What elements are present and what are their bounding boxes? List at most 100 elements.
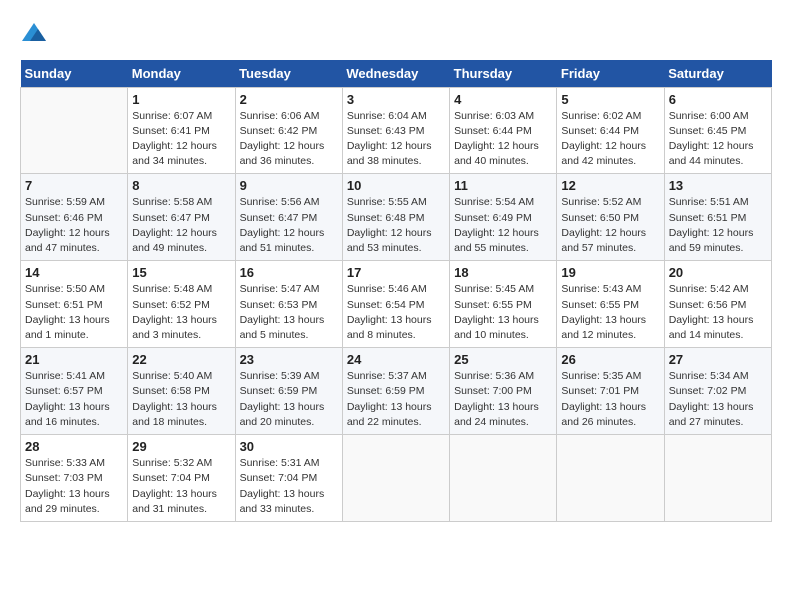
day-detail: Sunrise: 5:33 AM Sunset: 7:03 PM Dayligh… — [25, 456, 123, 517]
day-number: 10 — [347, 178, 445, 193]
day-detail: Sunrise: 5:35 AM Sunset: 7:01 PM Dayligh… — [561, 369, 659, 430]
day-number: 8 — [132, 178, 230, 193]
day-detail: Sunrise: 5:50 AM Sunset: 6:51 PM Dayligh… — [25, 282, 123, 343]
week-row-4: 21 Sunrise: 5:41 AM Sunset: 6:57 PM Dayli… — [21, 348, 772, 435]
calendar-cell: 18Sunrise: 5:45 AM Sunset: 6:55 PM Dayli… — [450, 261, 557, 348]
day-number: 14 — [25, 265, 123, 280]
day-detail: Sunrise: 5:59 AM Sunset: 6:46 PM Dayligh… — [25, 195, 123, 256]
day-number: 20 — [669, 265, 767, 280]
day-number: 30 — [240, 439, 338, 454]
calendar-cell — [450, 435, 557, 522]
day-detail: Sunrise: 6:03 AM Sunset: 6:44 PM Dayligh… — [454, 109, 552, 170]
day-detail: Sunrise: 6:07 AM Sunset: 6:41 PM Dayligh… — [132, 109, 230, 170]
day-detail: Sunrise: 5:46 AM Sunset: 6:54 PM Dayligh… — [347, 282, 445, 343]
day-number: 15 — [132, 265, 230, 280]
calendar-table: SundayMondayTuesdayWednesdayThursdayFrid… — [20, 60, 772, 522]
day-number: 5 — [561, 92, 659, 107]
calendar-cell: 26 Sunrise: 5:35 AM Sunset: 7:01 PM Dayli… — [557, 348, 664, 435]
day-number: 27 — [669, 352, 767, 367]
day-number: 24 — [347, 352, 445, 367]
col-header-monday: Monday — [128, 60, 235, 88]
day-number: 18 — [454, 265, 552, 280]
day-number: 4 — [454, 92, 552, 107]
day-number: 9 — [240, 178, 338, 193]
day-detail: Sunrise: 5:42 AM Sunset: 6:56 PM Dayligh… — [669, 282, 767, 343]
day-detail: Sunrise: 5:56 AM Sunset: 6:47 PM Dayligh… — [240, 195, 338, 256]
col-header-wednesday: Wednesday — [342, 60, 449, 88]
day-number: 21 — [25, 352, 123, 367]
calendar-cell: 22Sunrise: 5:40 AM Sunset: 6:58 PM Dayli… — [128, 348, 235, 435]
calendar-cell: 4 Sunrise: 6:03 AM Sunset: 6:44 PM Daylig… — [450, 87, 557, 174]
day-number: 2 — [240, 92, 338, 107]
logo — [20, 20, 46, 50]
day-detail: Sunrise: 5:48 AM Sunset: 6:52 PM Dayligh… — [132, 282, 230, 343]
day-number: 19 — [561, 265, 659, 280]
calendar-cell: 12 Sunrise: 5:52 AM Sunset: 6:50 PM Dayli… — [557, 174, 664, 261]
calendar-cell: 21 Sunrise: 5:41 AM Sunset: 6:57 PM Dayli… — [21, 348, 128, 435]
day-number: 26 — [561, 352, 659, 367]
day-detail: Sunrise: 5:31 AM Sunset: 7:04 PM Dayligh… — [240, 456, 338, 517]
col-header-saturday: Saturday — [664, 60, 771, 88]
day-detail: Sunrise: 5:52 AM Sunset: 6:50 PM Dayligh… — [561, 195, 659, 256]
calendar-cell: 23 Sunrise: 5:39 AM Sunset: 6:59 PM Dayli… — [235, 348, 342, 435]
day-detail: Sunrise: 6:00 AM Sunset: 6:45 PM Dayligh… — [669, 109, 767, 170]
day-number: 12 — [561, 178, 659, 193]
calendar-cell: 1Sunrise: 6:07 AM Sunset: 6:41 PM Daylig… — [128, 87, 235, 174]
col-header-sunday: Sunday — [21, 60, 128, 88]
day-number: 16 — [240, 265, 338, 280]
calendar-cell: 6 Sunrise: 6:00 AM Sunset: 6:45 PM Daylig… — [664, 87, 771, 174]
calendar-cell: 8 Sunrise: 5:58 AM Sunset: 6:47 PM Daylig… — [128, 174, 235, 261]
day-detail: Sunrise: 5:39 AM Sunset: 6:59 PM Dayligh… — [240, 369, 338, 430]
day-number: 11 — [454, 178, 552, 193]
week-row-5: 28 Sunrise: 5:33 AM Sunset: 7:03 PM Dayli… — [21, 435, 772, 522]
logo-text — [20, 20, 46, 50]
day-number: 23 — [240, 352, 338, 367]
day-detail: Sunrise: 5:36 AM Sunset: 7:00 PM Dayligh… — [454, 369, 552, 430]
col-header-friday: Friday — [557, 60, 664, 88]
calendar-cell: 2 Sunrise: 6:06 AM Sunset: 6:42 PM Daylig… — [235, 87, 342, 174]
calendar-cell: 14 Sunrise: 5:50 AM Sunset: 6:51 PM Dayli… — [21, 261, 128, 348]
logo-icon — [22, 20, 46, 44]
calendar-cell: 17Sunrise: 5:46 AM Sunset: 6:54 PM Dayli… — [342, 261, 449, 348]
calendar-cell — [21, 87, 128, 174]
day-number: 29 — [132, 439, 230, 454]
calendar-cell — [342, 435, 449, 522]
calendar-cell: 5 Sunrise: 6:02 AM Sunset: 6:44 PM Daylig… — [557, 87, 664, 174]
col-header-thursday: Thursday — [450, 60, 557, 88]
day-number: 3 — [347, 92, 445, 107]
day-number: 13 — [669, 178, 767, 193]
day-detail: Sunrise: 5:58 AM Sunset: 6:47 PM Dayligh… — [132, 195, 230, 256]
col-header-tuesday: Tuesday — [235, 60, 342, 88]
calendar-cell: 13 Sunrise: 5:51 AM Sunset: 6:51 PM Dayli… — [664, 174, 771, 261]
day-detail: Sunrise: 5:34 AM Sunset: 7:02 PM Dayligh… — [669, 369, 767, 430]
day-detail: Sunrise: 6:02 AM Sunset: 6:44 PM Dayligh… — [561, 109, 659, 170]
day-number: 28 — [25, 439, 123, 454]
day-detail: Sunrise: 5:55 AM Sunset: 6:48 PM Dayligh… — [347, 195, 445, 256]
calendar-cell: 29Sunrise: 5:32 AM Sunset: 7:04 PM Dayli… — [128, 435, 235, 522]
calendar-cell: 30 Sunrise: 5:31 AM Sunset: 7:04 PM Dayli… — [235, 435, 342, 522]
calendar-cell — [664, 435, 771, 522]
calendar-body: 1Sunrise: 6:07 AM Sunset: 6:41 PM Daylig… — [21, 87, 772, 521]
day-number: 25 — [454, 352, 552, 367]
header — [20, 20, 772, 50]
day-detail: Sunrise: 5:41 AM Sunset: 6:57 PM Dayligh… — [25, 369, 123, 430]
day-detail: Sunrise: 6:06 AM Sunset: 6:42 PM Dayligh… — [240, 109, 338, 170]
calendar-cell: 20 Sunrise: 5:42 AM Sunset: 6:56 PM Dayli… — [664, 261, 771, 348]
calendar-cell: 11Sunrise: 5:54 AM Sunset: 6:49 PM Dayli… — [450, 174, 557, 261]
calendar-cell: 27 Sunrise: 5:34 AM Sunset: 7:02 PM Dayli… — [664, 348, 771, 435]
calendar-cell: 16 Sunrise: 5:47 AM Sunset: 6:53 PM Dayli… — [235, 261, 342, 348]
day-number: 22 — [132, 352, 230, 367]
calendar-cell: 3 Sunrise: 6:04 AM Sunset: 6:43 PM Daylig… — [342, 87, 449, 174]
calendar-cell: 24Sunrise: 5:37 AM Sunset: 6:59 PM Dayli… — [342, 348, 449, 435]
day-number: 6 — [669, 92, 767, 107]
calendar-cell: 9 Sunrise: 5:56 AM Sunset: 6:47 PM Daylig… — [235, 174, 342, 261]
week-row-3: 14 Sunrise: 5:50 AM Sunset: 6:51 PM Dayli… — [21, 261, 772, 348]
calendar-cell: 28 Sunrise: 5:33 AM Sunset: 7:03 PM Dayli… — [21, 435, 128, 522]
day-detail: Sunrise: 5:47 AM Sunset: 6:53 PM Dayligh… — [240, 282, 338, 343]
week-row-1: 1Sunrise: 6:07 AM Sunset: 6:41 PM Daylig… — [21, 87, 772, 174]
calendar-cell — [557, 435, 664, 522]
week-row-2: 7Sunrise: 5:59 AM Sunset: 6:46 PM Daylig… — [21, 174, 772, 261]
day-detail: Sunrise: 5:51 AM Sunset: 6:51 PM Dayligh… — [669, 195, 767, 256]
column-headers: SundayMondayTuesdayWednesdayThursdayFrid… — [21, 60, 772, 88]
day-detail: Sunrise: 6:04 AM Sunset: 6:43 PM Dayligh… — [347, 109, 445, 170]
